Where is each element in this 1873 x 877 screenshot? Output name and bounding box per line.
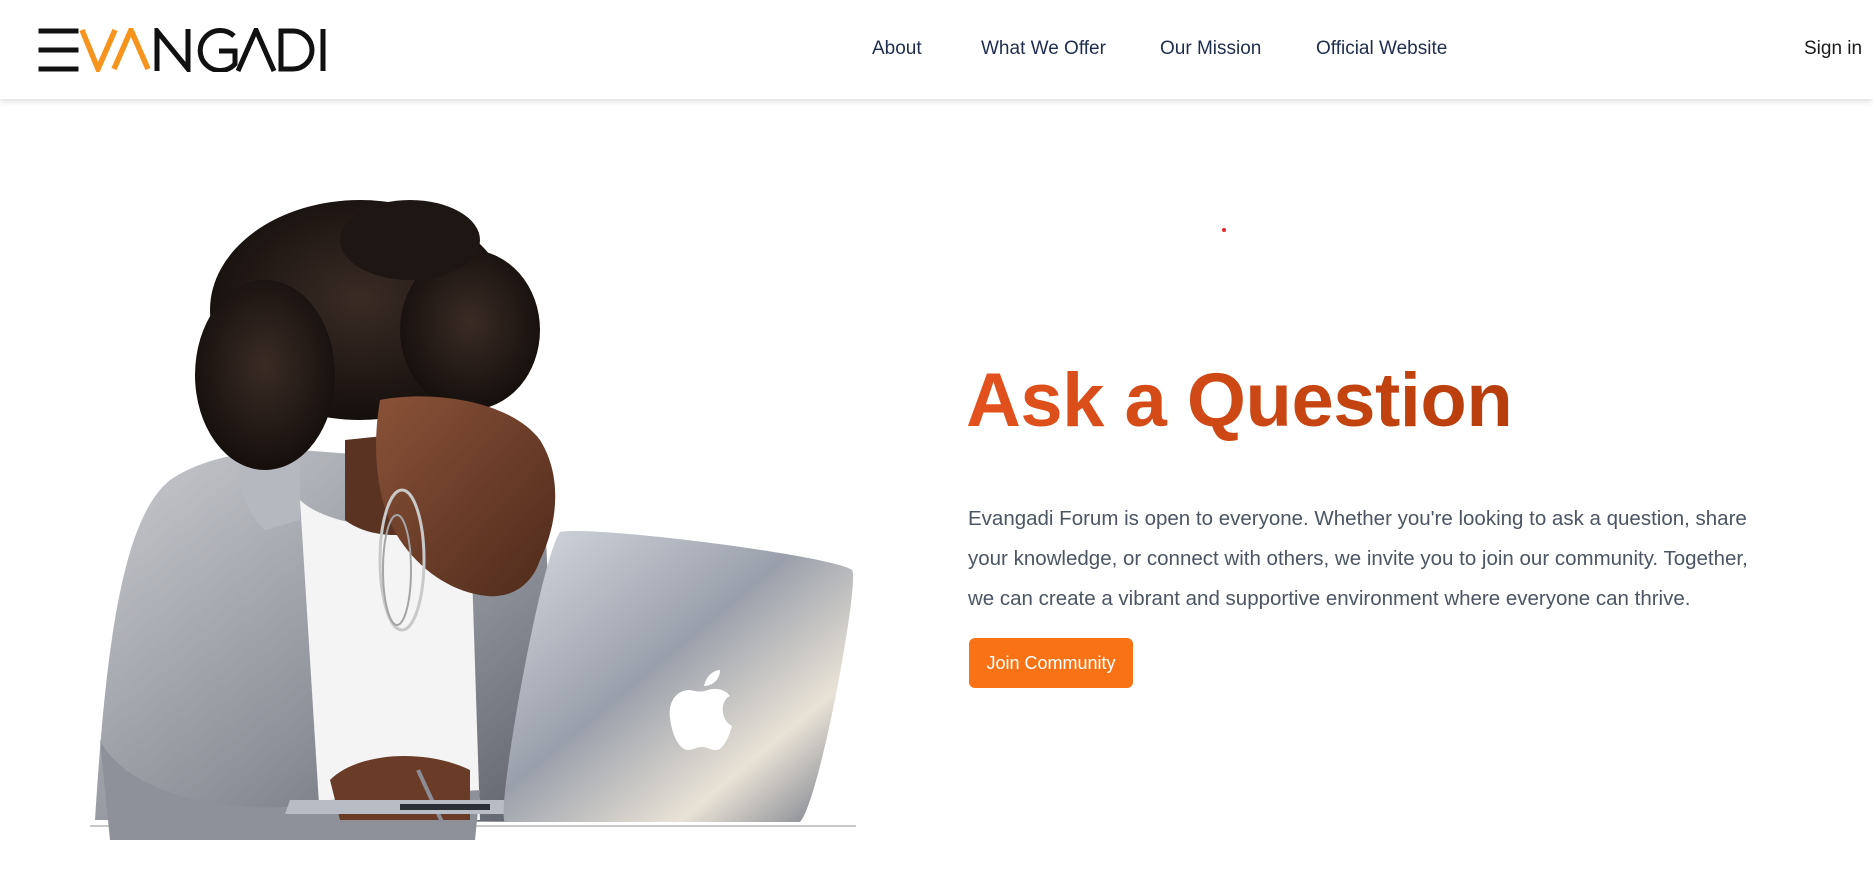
hero-description: Evangadi Forum is open to everyone. Whet… (968, 507, 1748, 610)
join-community-button[interactable]: Join Community (969, 638, 1133, 688)
hero-title: Ask a Question (966, 356, 1726, 446)
status-dot (1222, 228, 1226, 232)
nav-link-about[interactable]: About (872, 38, 922, 60)
sign-in-link[interactable]: Sign in (1804, 38, 1862, 60)
nav-link-our-mission[interactable]: Our Mission (1160, 38, 1261, 60)
navbar: About What We Offer Our Mission Official… (0, 0, 1873, 99)
woman-with-laptop-illustration (90, 200, 856, 840)
primary-nav: About What We Offer Our Mission Official… (0, 38, 1873, 62)
nav-link-official-website[interactable]: Official Website (1316, 38, 1447, 60)
nav-link-what-we-offer[interactable]: What We Offer (981, 38, 1106, 60)
